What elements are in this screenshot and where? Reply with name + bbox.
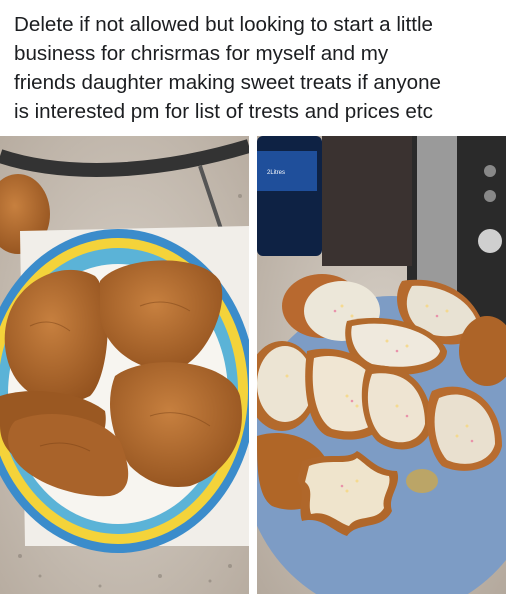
photo-plain-cookies[interactable] [0,136,249,594]
post-text: Delete if not allowed but looking to sta… [14,13,441,123]
bottle-label: 2Litres [267,170,285,176]
knob-icon [478,229,502,253]
photo-iced-cookies[interactable]: 2Litres [257,136,506,594]
